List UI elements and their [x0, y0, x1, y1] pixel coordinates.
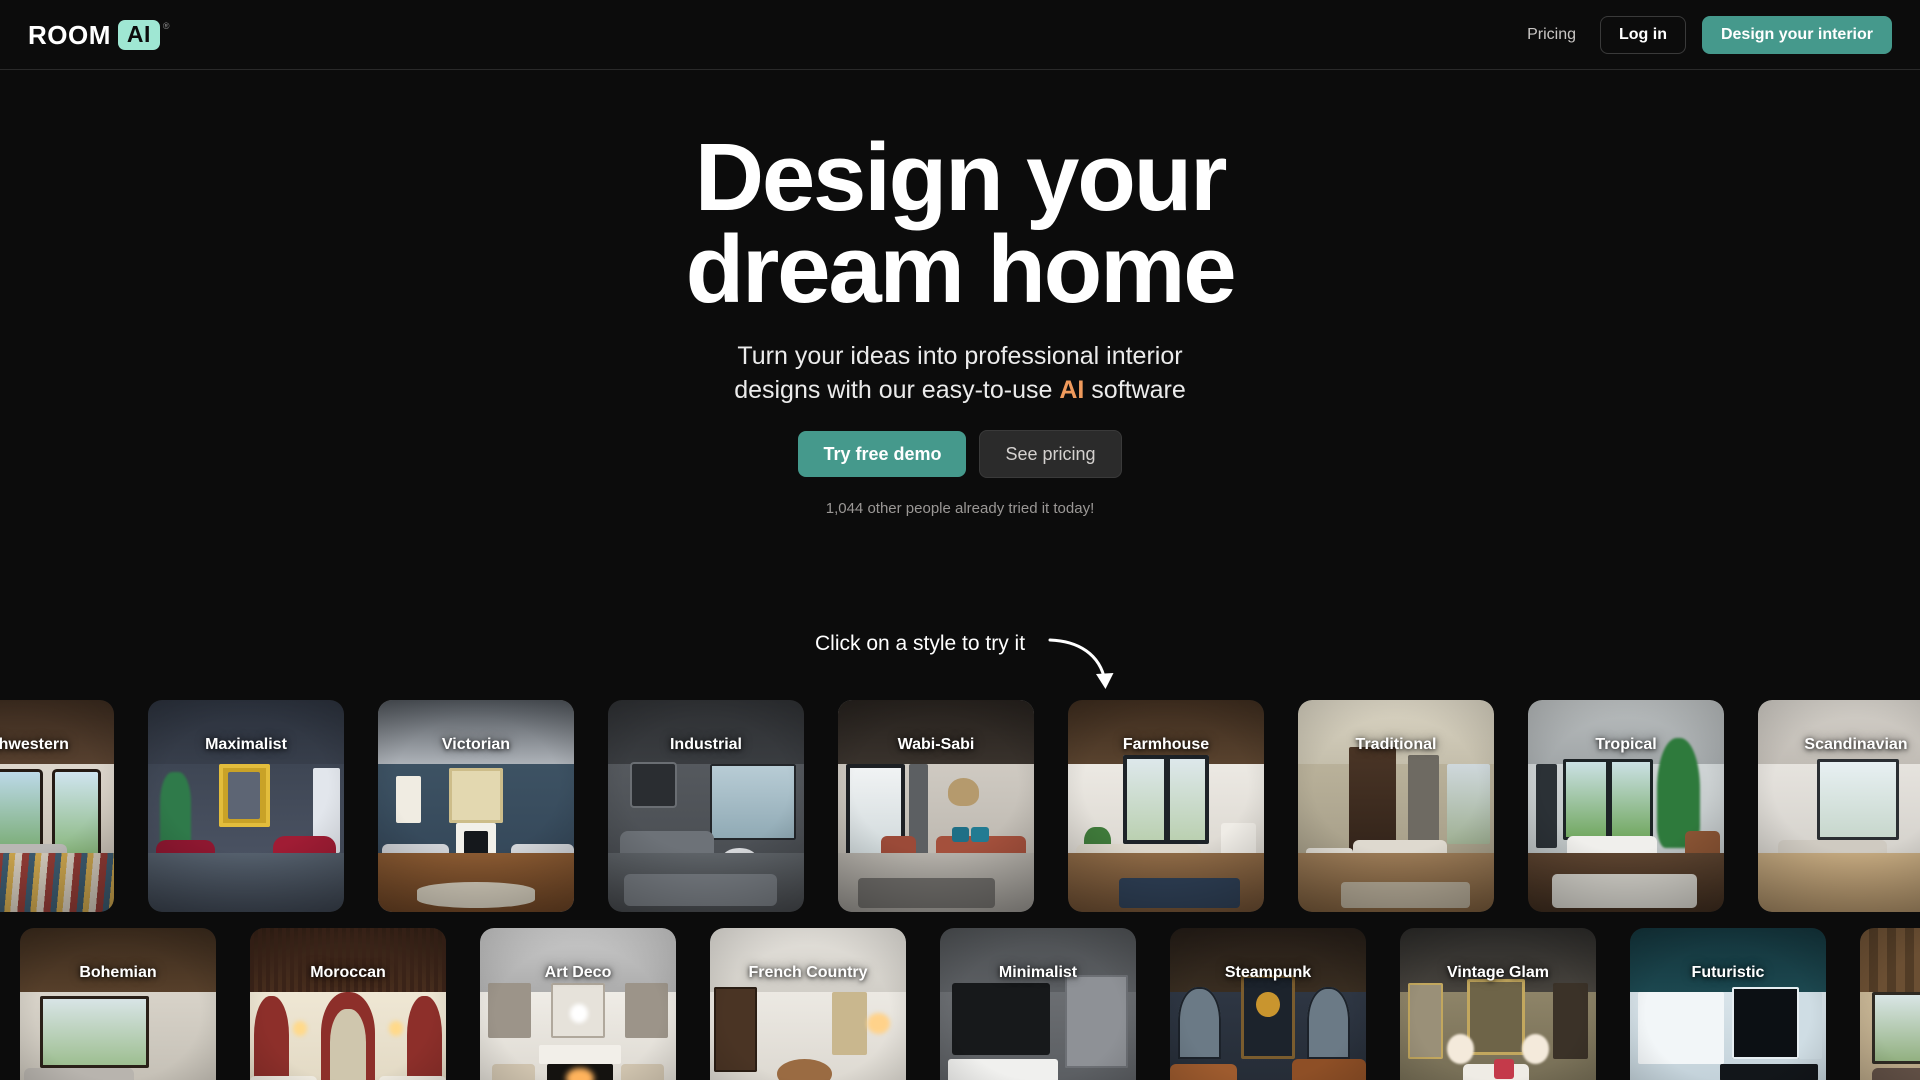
try-free-demo-button[interactable]: Try free demo	[798, 430, 967, 477]
style-thumbnail	[1860, 928, 1920, 1080]
hero-title-line-1: Design your	[694, 124, 1228, 231]
style-thumbnail	[1170, 928, 1366, 1080]
style-thumbnail	[148, 700, 344, 912]
social-proof-text: 1,044 other people already tried it toda…	[825, 499, 1095, 517]
style-card-traditional[interactable]: Traditional	[1298, 700, 1494, 912]
style-thumbnail	[1630, 928, 1826, 1080]
style-card-farmhouse[interactable]: Farmhouse	[1068, 700, 1264, 912]
style-thumbnail	[710, 928, 906, 1080]
hero-subtitle-line-1: Turn your ideas into professional interi…	[737, 342, 1183, 371]
style-thumbnail	[1758, 700, 1920, 912]
style-thumbnail	[940, 928, 1136, 1080]
login-button[interactable]: Log in	[1599, 15, 1686, 54]
style-thumbnail	[0, 700, 114, 912]
style-thumbnail	[1068, 700, 1264, 912]
style-card-tropical[interactable]: Tropical	[1528, 700, 1724, 912]
style-card-bohemian[interactable]: Bohemian	[20, 928, 216, 1080]
style-card-vintage-glam[interactable]: Vintage Glam	[1400, 928, 1596, 1080]
style-thumbnail	[608, 700, 804, 912]
hero-section: Design your dream home Turn your ideas i…	[0, 70, 1920, 517]
style-thumbnail	[1298, 700, 1494, 912]
hero-subtitle: Turn your ideas into professional interi…	[0, 340, 1920, 407]
hero-subtitle-ai-highlight: AI	[1059, 375, 1085, 404]
hero-subtitle-line-2b: software	[1084, 375, 1186, 404]
hero-cta-row: Try free demo See pricing	[0, 429, 1920, 478]
style-card-french-country[interactable]: French Country	[710, 928, 906, 1080]
style-thumbnail	[838, 700, 1034, 912]
brand-ai-badge: AI	[117, 19, 160, 50]
style-thumbnail	[1528, 700, 1724, 912]
style-card-futuristic[interactable]: Futuristic	[1630, 928, 1826, 1080]
hero-subtitle-line-2a: designs with our easy-to-use	[734, 375, 1060, 404]
style-thumbnail	[1400, 928, 1596, 1080]
style-thumbnail	[480, 928, 676, 1080]
style-card-rustic[interactable]: Rustic	[1860, 928, 1920, 1080]
style-card-minimalist[interactable]: Minimalist	[940, 928, 1136, 1080]
site-header: ROOM AI ® Pricing Log in Design your int…	[0, 0, 1920, 70]
header-nav: Pricing Log in Design your interior	[1519, 15, 1892, 54]
brand-logo[interactable]: ROOM AI ®	[28, 19, 170, 50]
style-thumbnail	[20, 928, 216, 1080]
nav-link-pricing[interactable]: Pricing	[1519, 19, 1584, 51]
curved-arrow-icon	[1048, 638, 1114, 689]
style-row-2[interactable]: Bohemian Moroccan Art Deco French Countr…	[20, 928, 1920, 1080]
style-card-industrial[interactable]: Industrial	[608, 700, 804, 912]
page-title: Design your dream home	[470, 130, 1450, 318]
style-card-maximalist[interactable]: Maximalist	[148, 700, 344, 912]
style-thumbnail	[250, 928, 446, 1080]
design-your-interior-button[interactable]: Design your interior	[1701, 15, 1892, 54]
style-thumbnail	[378, 700, 574, 912]
style-hint-label: Click on a style to try it	[815, 632, 1026, 655]
style-card-southwestern[interactable]: Southwestern	[0, 700, 114, 912]
style-card-victorian[interactable]: Victorian	[378, 700, 574, 912]
hero-title-line-2: dream home	[685, 216, 1237, 324]
see-pricing-button[interactable]: See pricing	[979, 429, 1122, 478]
style-card-moroccan[interactable]: Moroccan	[250, 928, 446, 1080]
brand-word: ROOM	[28, 19, 111, 50]
style-card-scandinavian[interactable]: Scandinavian	[1758, 700, 1920, 912]
style-carousel[interactable]: Southwestern Maximalist	[0, 700, 1920, 1080]
style-row-1[interactable]: Southwestern Maximalist	[0, 700, 1920, 912]
style-card-art-deco[interactable]: Art Deco	[480, 928, 676, 1080]
style-card-steampunk[interactable]: Steampunk	[1170, 928, 1366, 1080]
style-card-wabi-sabi[interactable]: Wabi-Sabi	[838, 700, 1034, 912]
landing-page: ROOM AI ® Pricing Log in Design your int…	[0, 0, 1920, 1080]
registered-trademark-icon: ®	[162, 20, 170, 31]
